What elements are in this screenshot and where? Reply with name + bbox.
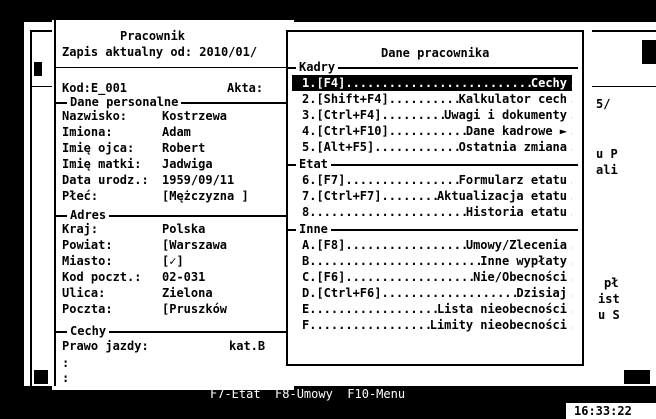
field-value[interactable]: [Pruszków — [162, 301, 227, 317]
menu-item-label: Umowy/Zlecenia — [465, 237, 567, 253]
menu-item-label: Historia etatu — [465, 204, 567, 220]
field-label: Miasto: — [62, 254, 113, 268]
field-value[interactable]: [Mężczyzna ] — [162, 188, 249, 204]
menu-item[interactable]: ........................................… — [292, 107, 572, 123]
menu-group-separator — [288, 229, 578, 231]
menu-item[interactable]: ........................................… — [292, 317, 572, 333]
menu-item-shortcut: 4.[Ctrl+F10] — [302, 123, 389, 139]
menu-item-shortcut: 3.[Ctrl+F4] — [302, 107, 382, 123]
menu-group-label: Kadry — [296, 60, 339, 74]
employee-window-title: Pracownik — [120, 29, 186, 43]
menu-item-label: Dane kadrowe ► — [465, 123, 567, 139]
address-section-label: Adres — [67, 208, 110, 222]
menu-item-label: Nie/Obecności — [473, 269, 567, 285]
menu-group-label: Inne — [296, 222, 331, 236]
menu-item-label: Formularz etatu — [458, 172, 567, 188]
menu-item[interactable]: ........................................… — [292, 204, 572, 220]
field-value[interactable]: Jadwiga — [162, 156, 213, 172]
clock: 16:33:22 — [574, 404, 632, 418]
menu-item-label: Lista nieobecności — [436, 301, 567, 317]
menu-item[interactable]: ........................................… — [292, 139, 572, 155]
menu-item[interactable]: ........................................… — [292, 172, 572, 188]
field-label: Imiona: — [62, 125, 113, 139]
menu-item-label: Limity nieobecności — [429, 317, 567, 333]
menu-item[interactable]: ........................................… — [292, 123, 572, 139]
employee-record-date: Zapis aktualny od: 2010/01/ — [62, 45, 258, 59]
employee-header-divider — [54, 67, 294, 68]
menu-title: Dane pracownika — [381, 46, 490, 60]
field-label: Imię ojca: — [62, 141, 135, 155]
menu-item-shortcut: C.[F6] — [302, 269, 346, 285]
menu-item-label: Cechy — [530, 75, 567, 91]
menu-item-shortcut: B. — [302, 253, 317, 269]
feature-label: : — [62, 371, 70, 385]
menu-item[interactable]: ........................................… — [292, 285, 572, 301]
menu-item-label: Kalkulator cech — [458, 91, 567, 107]
menu-item-shortcut: 2.[Shift+F4] — [302, 91, 389, 107]
bg-block-right-bottom — [624, 370, 650, 384]
menu-item-shortcut: A.[F8] — [302, 237, 346, 253]
field-value[interactable]: Zielona — [162, 285, 213, 301]
field-value[interactable]: Robert — [162, 140, 205, 156]
field-label: Data urodz.: — [62, 173, 149, 187]
menu-body: Kadry...................................… — [288, 60, 578, 362]
bg-window-fragment: 5/ — [596, 97, 611, 111]
menu-item-shortcut: 8. — [302, 204, 317, 220]
bg-block-right-top — [642, 40, 656, 64]
personal-section-label: Dane personalne — [67, 95, 182, 109]
field-label: Płeć: — [62, 189, 99, 203]
menu-item[interactable]: ........................................… — [292, 269, 572, 285]
bg-block-left-top — [34, 62, 42, 76]
menu-item[interactable]: ........................................… — [292, 253, 572, 269]
menu-item-shortcut: 6.[F7] — [302, 172, 346, 188]
menu-item-shortcut: 7.[Ctrl+F7] — [302, 188, 382, 204]
menu-group-label: Etat — [296, 157, 331, 171]
menu-group-separator — [288, 164, 578, 166]
menu-item-label: Uwagi i dokumenty — [444, 107, 567, 123]
menu-item[interactable]: ........................................… — [292, 75, 572, 91]
field-label: Nazwisko: — [62, 109, 128, 123]
menu-item[interactable]: ........................................… — [292, 301, 572, 317]
bg-block-left-bottom — [34, 370, 48, 384]
field-label: Poczta: — [62, 302, 113, 316]
menu-item-shortcut: F. — [302, 317, 317, 333]
field-label: Kraj: — [62, 222, 99, 236]
field-label: Kod poczt.: — [62, 270, 142, 284]
feature-label: : — [62, 356, 70, 370]
bg-window-fragment: pł — [604, 276, 619, 290]
employee-code: Kod:E_001 — [62, 81, 128, 95]
menu-item[interactable]: ........................................… — [292, 91, 572, 107]
bg-window-fragment: ali — [596, 163, 618, 177]
menu-item-shortcut: E. — [302, 301, 317, 317]
field-label: Ulica: — [62, 286, 106, 300]
feature-label: Prawo jazdy: — [62, 339, 149, 353]
field-value[interactable]: Kostrzewa — [162, 108, 227, 124]
menu-item-label: Aktualizacja etatu — [436, 188, 567, 204]
field-value[interactable]: Polska — [162, 221, 205, 237]
menu-item[interactable]: ........................................… — [292, 237, 572, 253]
menu-item[interactable]: ........................................… — [292, 188, 572, 204]
menu-item-label: Dzisiaj — [516, 285, 567, 301]
field-value[interactable]: [✓] — [162, 253, 184, 269]
menu-item-shortcut: 1.[F4] — [302, 75, 346, 91]
field-label: Imię matki: — [62, 157, 142, 171]
field-value[interactable]: [Warszawa — [162, 237, 227, 253]
bg-window-fragment: ist — [598, 292, 620, 306]
feature-value[interactable]: kat.B — [229, 338, 265, 354]
bg-frame-left — [30, 30, 32, 390]
bg-window-fragment: u S — [598, 308, 620, 322]
field-value[interactable]: Adam — [162, 124, 191, 140]
field-label: Powiat: — [62, 238, 113, 252]
menu-item-label: Inne wypłaty — [480, 253, 567, 269]
akta-label: Akta: — [227, 81, 264, 95]
menu-item-shortcut: 5.[Alt+F5] — [302, 139, 375, 155]
bg-window-fragment: u P — [596, 147, 618, 161]
field-value[interactable]: 02-031 — [162, 269, 205, 285]
menu-item-shortcut: D.[Ctrl+F6] — [302, 285, 382, 301]
field-value[interactable]: 1959/09/11 — [162, 172, 234, 188]
features-section-label: Cechy — [67, 324, 110, 338]
menu-item-label: Ostatnia zmiana — [458, 139, 567, 155]
